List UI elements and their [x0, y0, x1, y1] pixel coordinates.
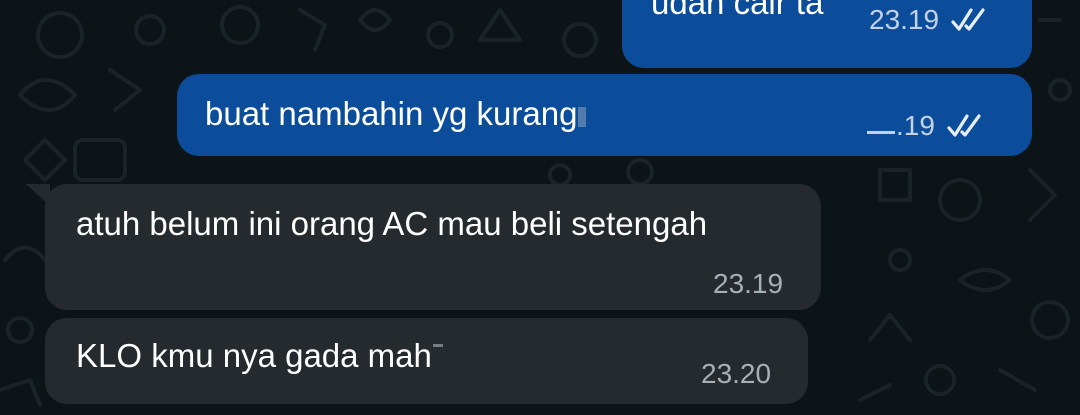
message-time: 23.19 — [713, 268, 784, 299]
message-text-content: buat nambahin yg kurang — [205, 95, 578, 132]
read-double-check-icon — [947, 114, 981, 137]
redaction-mark — [578, 107, 587, 127]
message-meta: 23.20 — [701, 358, 771, 390]
message-text-content: KLO kmu nya gada mah — [76, 337, 432, 374]
message-time: 23.20 — [701, 358, 772, 389]
message-time: 23.19 — [869, 4, 940, 35]
message-text: udah cair ta — [651, 0, 824, 21]
message-meta: 23.19 — [869, 4, 991, 36]
read-double-check-icon — [951, 8, 985, 31]
message-text: buat nambahin yg kurang — [205, 94, 587, 134]
message-bubble-outgoing[interactable]: udah cair ta 23.19 — [622, 0, 1032, 68]
message-bubble-outgoing[interactable]: buat nambahin yg kurang .19 — [177, 74, 1032, 156]
message-meta: 23.19 — [713, 268, 783, 300]
message-time: .19 — [867, 110, 935, 142]
message-bubble-incoming[interactable]: KLO kmu nya gada mah 23.20 — [45, 318, 808, 404]
message-text: KLO kmu nya gada mah — [76, 336, 443, 376]
message-meta: .19 — [867, 110, 987, 142]
message-bubble-incoming[interactable]: atuh belum ini orang AC mau beli setenga… — [45, 184, 821, 310]
message-text: atuh belum ini orang AC mau beli setenga… — [76, 205, 708, 242]
redaction-mark — [432, 344, 443, 347]
